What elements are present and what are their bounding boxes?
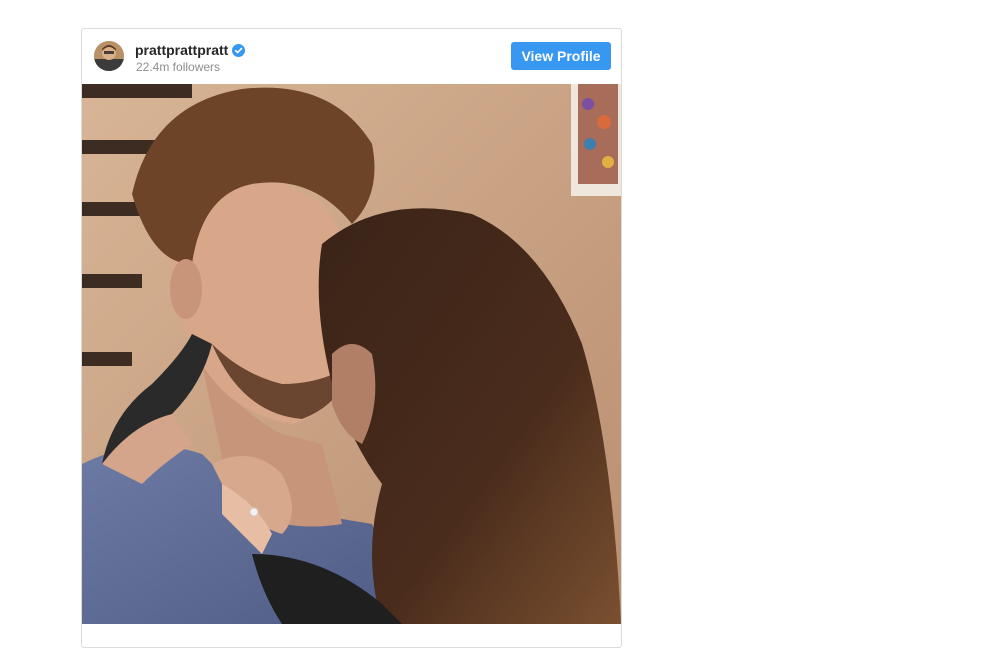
post-header: prattprattpratt 22.4m followers View Pro… [82,29,621,83]
verified-badge-icon [232,43,246,57]
post-photo[interactable] [82,84,621,624]
avatar[interactable] [94,41,124,71]
instagram-embed-card: prattprattpratt 22.4m followers View Pro… [81,28,622,648]
follower-count: 22.4m followers [136,60,221,74]
username-link[interactable]: prattprattpratt [135,41,228,59]
username-row: prattprattpratt [135,41,246,59]
view-profile-button[interactable]: View Profile [511,42,611,70]
